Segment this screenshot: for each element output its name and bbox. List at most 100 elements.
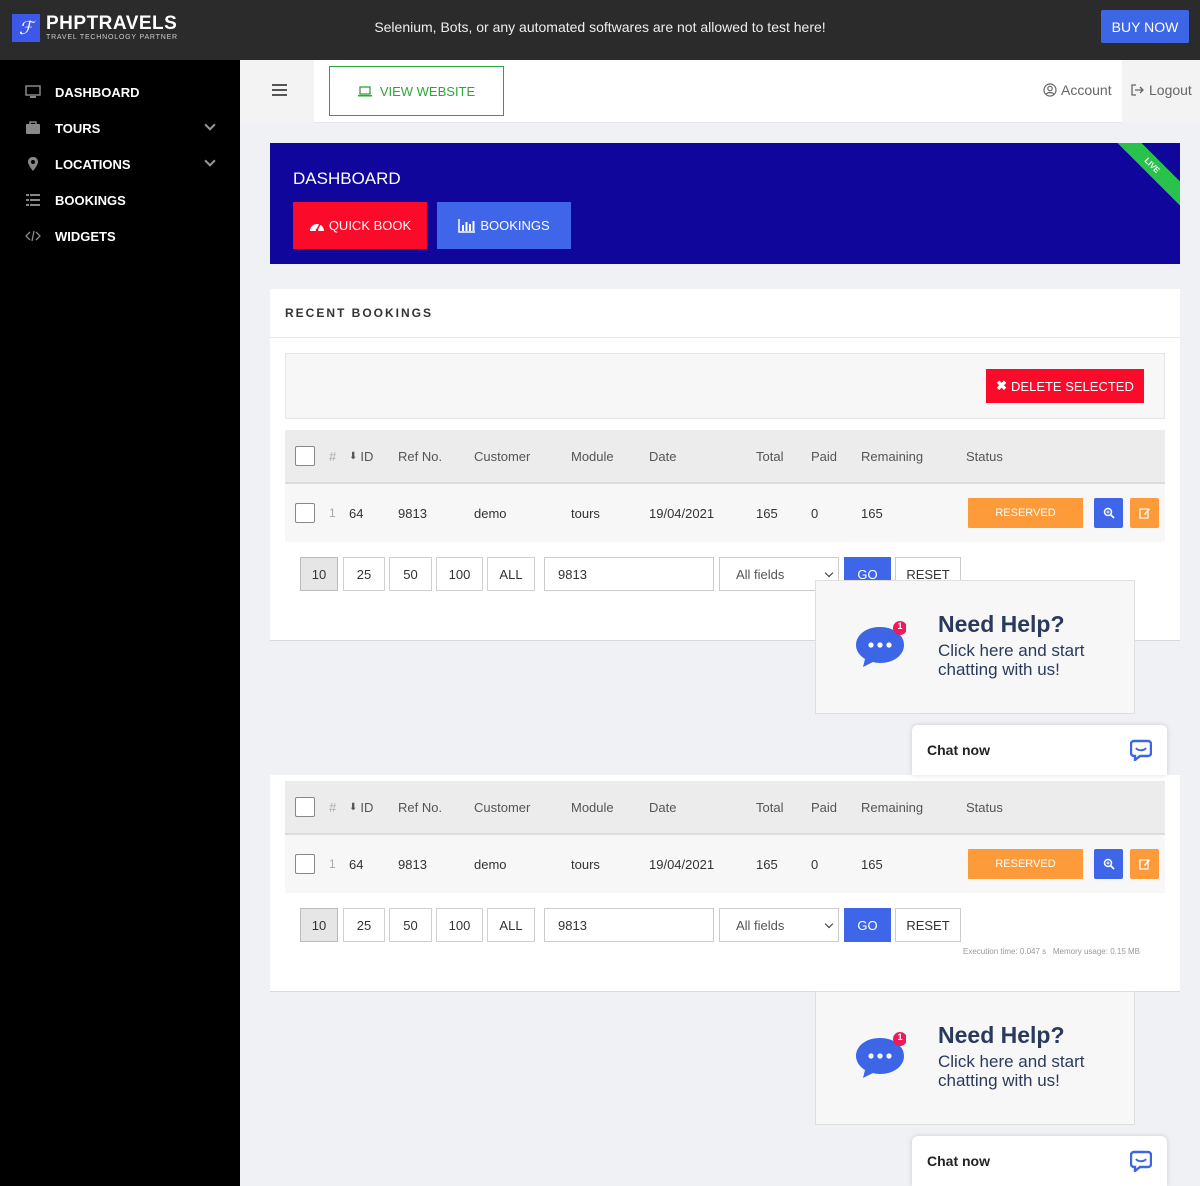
column-status[interactable]: Status [966, 781, 1003, 833]
divider [270, 337, 1180, 338]
field-select-value: All fields [736, 917, 785, 933]
sidebar-item-label: LOCATIONS [55, 156, 131, 172]
page-size-50[interactable]: 50 [389, 908, 432, 942]
account-link[interactable]: Account [1043, 82, 1112, 98]
page-size-50[interactable]: 50 [389, 557, 432, 591]
view-website-button[interactable]: VIEW WEBSITE [329, 66, 504, 116]
row-checkbox[interactable] [295, 503, 315, 523]
buy-now-button[interactable]: BUY NOW [1101, 10, 1189, 43]
bookings-button[interactable]: BOOKINGS [437, 202, 571, 249]
page-size-10[interactable]: 10 [300, 908, 338, 942]
chat-now-bar[interactable]: Chat now [912, 1136, 1167, 1186]
column-remaining[interactable]: Remaining [861, 781, 923, 833]
column-ref[interactable]: Ref No. [398, 781, 442, 833]
sort-down-icon: ⬇ [349, 801, 358, 813]
live-ribbon: LIVE [1103, 143, 1180, 214]
chat-icon [1130, 1150, 1152, 1172]
sidebar: DASHBOARD TOURS LOCATIONS BOOKINGS WIDGE… [0, 60, 240, 1186]
logout-link[interactable]: Logout [1131, 82, 1192, 98]
page-size-100[interactable]: 100 [436, 908, 483, 942]
status-badge[interactable]: RESERVED [968, 849, 1083, 879]
row-total: 165 [756, 505, 778, 521]
go-button[interactable]: GO [844, 908, 891, 942]
column-total[interactable]: Total [756, 781, 783, 833]
select-all-checkbox[interactable] [295, 446, 315, 466]
column-customer[interactable]: Customer [474, 430, 530, 482]
column-id-label: ID [360, 799, 374, 815]
page-size-25[interactable]: 25 [343, 908, 385, 942]
view-button[interactable] [1094, 498, 1123, 528]
sidebar-item-label: BOOKINGS [55, 192, 126, 208]
page-size-all[interactable]: ALL [487, 557, 535, 591]
page-size-10[interactable]: 10 [300, 557, 338, 591]
sidebar-item-widgets[interactable]: WIDGETS [24, 218, 224, 254]
column-customer[interactable]: Customer [474, 781, 530, 833]
chat-now-bar[interactable]: Chat now [912, 725, 1167, 775]
briefcase-icon [24, 121, 42, 135]
column-total[interactable]: Total [756, 430, 783, 482]
automation-notice: Selenium, Bots, or any automated softwar… [374, 19, 826, 35]
column-remaining[interactable]: Remaining [861, 430, 923, 482]
need-help-widget[interactable]: 1 Need Help? Click here and start chatti… [815, 580, 1135, 714]
row-total: 165 [756, 856, 778, 872]
search-input[interactable]: 9813 [544, 908, 714, 942]
bulk-actions-panel: ✖ DELETE SELECTED [285, 353, 1165, 419]
quick-book-button[interactable]: QUICK BOOK [293, 202, 427, 249]
edit-icon [1138, 508, 1150, 519]
search-input[interactable]: 9813 [544, 557, 714, 591]
sidebar-item-label: DASHBOARD [55, 84, 140, 100]
menu-toggle[interactable] [240, 60, 314, 123]
page-size-all[interactable]: ALL [487, 908, 535, 942]
chat-icon [1130, 739, 1152, 761]
column-ref[interactable]: Ref No. [398, 430, 442, 482]
chevron-down-icon[interactable] [204, 155, 216, 167]
need-help-widget[interactable]: 1 Need Help? Click here and start chatti… [815, 991, 1135, 1125]
sidebar-item-bookings[interactable]: BOOKINGS [24, 182, 224, 218]
laptop-icon [357, 85, 372, 96]
sidebar-item-dashboard[interactable]: DASHBOARD [24, 74, 224, 110]
column-id[interactable]: ⬇ ID [349, 430, 373, 482]
sidebar-item-label: TOURS [55, 120, 101, 136]
help-title: Need Help? [938, 611, 1065, 637]
sidebar-item-locations[interactable]: LOCATIONS [24, 146, 224, 182]
column-date[interactable]: Date [649, 430, 676, 482]
chevron-down-icon[interactable] [204, 119, 216, 131]
edit-button[interactable] [1130, 498, 1159, 528]
sort-down-icon: ⬇ [349, 450, 358, 462]
row-date: 19/04/2021 [649, 856, 715, 872]
field-select[interactable]: All fields [719, 908, 839, 942]
column-hash: # [329, 799, 337, 815]
view-button[interactable] [1094, 849, 1123, 879]
list-icon [24, 193, 42, 207]
top-bar: ℱ PHPTRAVELS TRAVEL TECHNOLOGY PARTNER S… [0, 0, 1200, 60]
row-checkbox[interactable] [295, 854, 315, 874]
reset-button[interactable]: RESET [895, 908, 961, 942]
page-size-100[interactable]: 100 [436, 557, 483, 591]
edit-button[interactable] [1130, 849, 1159, 879]
account-label: Account [1061, 82, 1112, 98]
delete-selected-label: DELETE SELECTED [1011, 378, 1134, 394]
help-title: Need Help? [938, 1022, 1065, 1048]
page-header: VIEW WEBSITE Account Logout [240, 60, 1200, 123]
pagination-bar: 10 25 50 100 ALL 9813 All fields GO RESE… [285, 893, 1165, 957]
sidebar-item-tours[interactable]: TOURS [24, 110, 224, 146]
row-customer: demo [474, 856, 507, 872]
execution-stats: Execution time: 0.047 s Memory usage: 0.… [963, 947, 1140, 956]
delete-selected-button[interactable]: ✖ DELETE SELECTED [986, 369, 1144, 403]
row-paid: 0 [811, 856, 819, 872]
row-module: tours [571, 856, 600, 872]
column-module[interactable]: Module [571, 430, 614, 482]
dashboard-gauge-icon [309, 223, 324, 232]
page-size-25[interactable]: 25 [343, 557, 385, 591]
status-badge[interactable]: RESERVED [968, 498, 1083, 528]
column-id[interactable]: ⬇ ID [349, 781, 373, 833]
column-paid[interactable]: Paid [811, 430, 837, 482]
column-status[interactable]: Status [966, 430, 1003, 482]
column-module[interactable]: Module [571, 781, 614, 833]
chevron-down-icon [824, 568, 834, 578]
column-paid[interactable]: Paid [811, 781, 837, 833]
row-customer: demo [474, 505, 507, 521]
column-date[interactable]: Date [649, 781, 676, 833]
select-all-checkbox[interactable] [295, 797, 315, 817]
monitor-icon [24, 85, 42, 99]
